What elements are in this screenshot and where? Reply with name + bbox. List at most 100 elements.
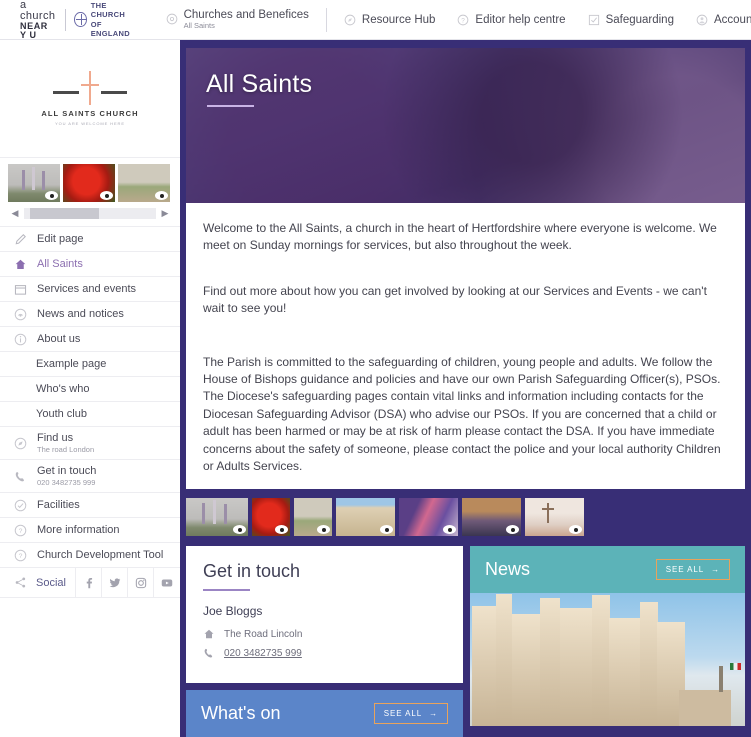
nav-resource-hub[interactable]: Resource Hub (333, 14, 447, 26)
sidebar-item-get-in-touch[interactable]: Get in touch 020 3482735 999 (0, 460, 180, 493)
sidebar-item-news-and-notices[interactable]: News and notices (0, 302, 180, 327)
nav-label-0: Resource Hub (361, 13, 436, 26)
sidebar-item-find-us[interactable]: Find us The road London (0, 427, 180, 460)
svg-text:?: ? (19, 553, 23, 560)
thumbnail-scrollbar[interactable]: ◀ ▶ (8, 202, 172, 226)
welcome-article: Welcome to the All Saints, a church in t… (186, 203, 745, 490)
gallery-item-red-poinsettia[interactable] (252, 498, 290, 537)
sidebar-item-more-information[interactable]: ? More information (0, 518, 180, 543)
a-church-near-you-logo[interactable]: a church NEAR Y U (20, 0, 56, 40)
carousel-next-button[interactable]: ▶ (160, 207, 170, 219)
social-label: Social (36, 576, 66, 589)
contact-address-row: The Road Lincoln (203, 628, 446, 640)
gallery-item-advent-candles[interactable] (186, 498, 248, 537)
nav-account[interactable]: Account (685, 14, 751, 26)
sidebar-thumbnail-carousel[interactable]: ◀ ▶ (0, 158, 180, 226)
sidebar-item-edit-page[interactable]: Edit page (0, 227, 180, 252)
sidebar-item-about-us[interactable]: About us (0, 327, 180, 352)
church-cross-logo-icon (48, 71, 132, 105)
page-title: All Saints (206, 70, 313, 98)
twitter-icon[interactable] (101, 567, 127, 598)
compass-icon (14, 437, 27, 450)
right-card-column: News SEE ALL → (470, 546, 745, 737)
building-circle-icon (166, 14, 177, 25)
churches-sublabel: All Saints (183, 21, 215, 31)
welcome-paragraph-2: Find out more about how you can get invo… (203, 283, 707, 316)
sidebar-label-1: All Saints (37, 258, 83, 270)
gallery-item-children-smiling[interactable] (399, 498, 458, 537)
sidebar-label-3: News and notices (37, 308, 124, 320)
nav-editor-help-centre[interactable]: ? Editor help centre (446, 14, 576, 26)
arrow-right-icon: → (711, 565, 720, 575)
top-nav-items: Churches and Benefices All Saints Resour… (155, 7, 751, 32)
visibility-eye-icon[interactable] (45, 191, 58, 200)
whats-on-see-all-button[interactable]: SEE ALL → (373, 703, 448, 725)
sidebar-label-9: Get in touch (37, 464, 97, 477)
scrollbar-thumb[interactable] (30, 207, 99, 219)
phone-icon (14, 470, 27, 483)
visibility-eye-icon[interactable] (317, 525, 330, 535)
carousel-prev-button[interactable]: ◀ (10, 207, 20, 219)
visibility-eye-icon[interactable] (506, 525, 519, 535)
gallery-item-street-crowd[interactable] (462, 498, 521, 537)
gallery-item-church-path[interactable] (294, 498, 332, 537)
churches-and-benefices-item[interactable]: Churches and Benefices All Saints (155, 9, 320, 31)
facebook-icon[interactable] (75, 567, 101, 598)
info-circle-icon (14, 333, 27, 346)
question-circle-icon: ? (458, 14, 469, 25)
sidebar-nav-list: Edit page All Saints Services and events… (0, 226, 180, 598)
gallery-item-raised-hands-cross[interactable] (525, 498, 584, 537)
whats-on-title: What's on (201, 703, 281, 724)
sidebar-item-church-development-tool[interactable]: ? Church Development Tool (0, 543, 180, 568)
sidebar-item-whos-who[interactable]: Who's who (0, 377, 180, 402)
visibility-eye-icon[interactable] (275, 525, 288, 535)
contact-phone-link[interactable]: 020 3482735 999 (224, 648, 302, 659)
compass-icon (344, 14, 356, 25)
visibility-eye-icon[interactable] (569, 525, 582, 535)
youtube-icon[interactable] (153, 567, 179, 598)
sidebar-item-youth-club[interactable]: Youth club (0, 402, 180, 427)
sidebar-label-5: Example page (36, 358, 107, 370)
sidebar-label-4: About us (37, 333, 81, 345)
brand-logos[interactable]: a church NEAR Y U THE CHURCH OF ENGLAND (0, 0, 133, 40)
news-see-all-button[interactable]: SEE ALL → (655, 559, 730, 581)
visibility-eye-icon[interactable] (380, 525, 393, 535)
whats-on-see-all-label: SEE ALL (383, 709, 423, 719)
milan-duomo-cathedral-photo[interactable] (470, 593, 745, 727)
churches-label: Churches and Benefices (183, 8, 309, 21)
bottom-cards: Get in touch Joe Bloggs The Road Lincoln… (186, 546, 745, 737)
coe-logo-text: THE CHURCH OF ENGLAND (90, 0, 130, 38)
thumbnail-church-path[interactable] (118, 164, 170, 202)
sidebar-item-facilities[interactable]: Facilities (0, 493, 180, 518)
contact-phone-row[interactable]: 020 3482735 999 (203, 647, 446, 659)
contact-person-name: Joe Bloggs (203, 604, 263, 619)
image-gallery-strip (186, 489, 745, 546)
nav-safeguarding[interactable]: Safeguarding (577, 14, 685, 26)
visibility-eye-icon[interactable] (100, 191, 113, 200)
instagram-icon[interactable] (127, 567, 153, 598)
church-logo-tagline: YOU ARE WELCOME HERE (55, 121, 125, 126)
sidebar-label-12: Church Development Tool (37, 549, 164, 561)
scrollbar-track[interactable] (24, 207, 156, 219)
visibility-eye-icon[interactable] (155, 191, 168, 200)
acny-logo-line1: a church (20, 0, 56, 22)
church-of-england-logo[interactable]: THE CHURCH OF ENGLAND (74, 1, 132, 39)
gallery-item-cathedral-facade[interactable] (336, 498, 395, 537)
sidebar-item-example-page[interactable]: Example page (0, 352, 180, 377)
visibility-eye-icon[interactable] (233, 525, 246, 535)
share-icon (14, 576, 27, 589)
question-circle-icon: ? (14, 549, 27, 562)
sidebar-label-7: Youth club (36, 408, 87, 420)
thumbnail-red-flowers[interactable] (63, 164, 115, 202)
sidebar-item-services-and-events[interactable]: Services and events (0, 277, 180, 302)
sidebar-label-11: More information (37, 524, 120, 536)
sidebar-item-all-saints[interactable]: All Saints (0, 252, 180, 277)
main-content: All Saints Welcome to the All Saints, a … (180, 40, 751, 737)
sidebar: ALL SAINTS CHURCH YOU ARE WELCOME HERE ◀… (0, 40, 180, 737)
thumbnail-advent-candles[interactable] (8, 164, 60, 202)
pencil-icon (14, 233, 27, 246)
visibility-eye-icon[interactable] (443, 525, 456, 535)
hero-title-underline (207, 105, 254, 107)
